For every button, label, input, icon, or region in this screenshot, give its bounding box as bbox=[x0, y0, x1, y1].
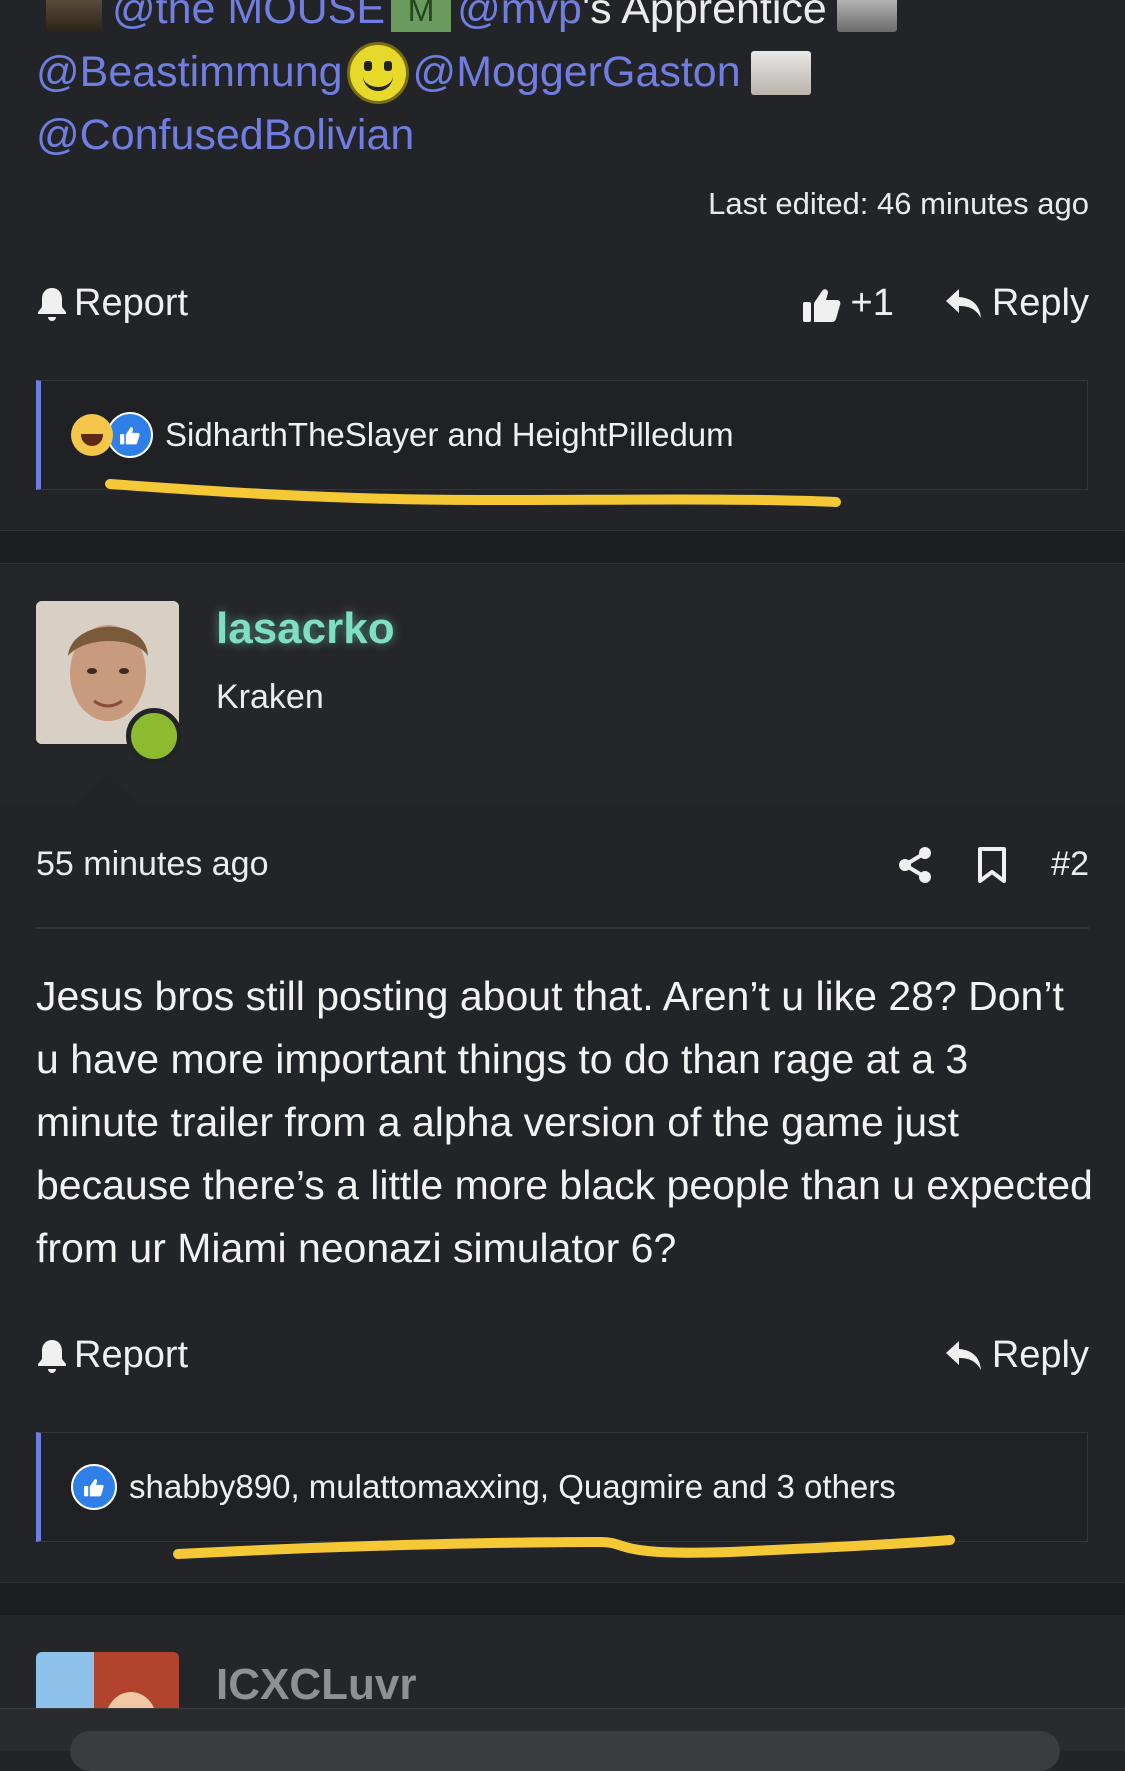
reply-arrow-icon bbox=[944, 1339, 984, 1373]
reply-label: Reply bbox=[991, 1334, 1089, 1376]
m-badge-icon: M bbox=[391, 0, 452, 32]
mentions-line-3: @ConfusedBolivian bbox=[36, 104, 1096, 167]
header-pointer bbox=[75, 775, 139, 805]
apprentice-avatar-icon bbox=[836, 0, 897, 32]
thumbs-up-icon bbox=[801, 283, 843, 325]
post2-actions-bar: Report Reply bbox=[36, 1334, 1089, 1377]
report-label: Report bbox=[74, 1334, 189, 1376]
browser-bottom-bar bbox=[0, 1708, 1125, 1771]
post2-user-title: Kraken bbox=[216, 678, 324, 716]
highlight-underline-1 bbox=[105, 479, 841, 507]
highlight-underline-2 bbox=[173, 1535, 955, 1559]
post2-username[interactable]: lasacrko bbox=[216, 604, 395, 654]
moggergaston-avatar-icon bbox=[750, 50, 811, 95]
mention-beastimmung[interactable]: @Beastimmung bbox=[36, 41, 343, 104]
post2-timestamp[interactable]: 55 minutes ago bbox=[36, 845, 269, 884]
meta-divider bbox=[36, 927, 1089, 929]
post1-actions-bar: Report +1 Reply bbox=[36, 282, 1089, 325]
last-edited-label: Last edited: 46 minutes ago bbox=[708, 186, 1089, 221]
mention-moggergaston[interactable]: @MoggerGaston bbox=[413, 41, 741, 104]
post2-body: Jesus bros still posting about that. Are… bbox=[36, 973, 1093, 1271]
bell-icon bbox=[36, 1338, 68, 1374]
post2-reply-button[interactable]: Reply bbox=[944, 1334, 1089, 1377]
post-separator-2 bbox=[0, 1582, 1125, 1616]
like-count: +1 bbox=[850, 282, 894, 324]
bell-icon bbox=[36, 286, 68, 322]
bookmark-icon[interactable] bbox=[977, 846, 1007, 884]
like-emoji-icon bbox=[71, 1464, 117, 1510]
post-number-link[interactable]: #2 bbox=[1051, 845, 1089, 884]
post2-user-header bbox=[0, 565, 1125, 805]
mention-mvp[interactable]: @mvp bbox=[457, 0, 582, 41]
online-status-icon bbox=[126, 708, 182, 764]
apprentice-text: 's Apprentice bbox=[581, 0, 827, 33]
smiley-icon bbox=[346, 41, 409, 104]
post1-reply-button[interactable]: Reply bbox=[944, 282, 1089, 325]
mouse-avatar-icon bbox=[46, 0, 102, 32]
mention-the-mouse[interactable]: @the MOUSE bbox=[112, 0, 385, 41]
laugh-emoji-icon bbox=[71, 414, 113, 456]
mentions-block: @the MOUSE M @mvp 's Apprentice @Beastim… bbox=[36, 0, 1096, 167]
post2-report-button[interactable]: Report bbox=[36, 1334, 188, 1377]
mentions-line-1: @the MOUSE M @mvp 's Apprentice bbox=[36, 0, 1096, 41]
post1-like-button[interactable]: +1 bbox=[801, 282, 894, 325]
reactions-users: SidharthTheSlayer and HeightPilledum bbox=[165, 416, 734, 453]
like-emoji-icon bbox=[107, 412, 153, 458]
mention-confusedbolivian[interactable]: @ConfusedBolivian bbox=[36, 104, 414, 167]
mentions-line-2: @Beastimmung @MoggerGaston bbox=[36, 41, 1096, 104]
report-label: Report bbox=[74, 282, 189, 324]
post1-report-button[interactable]: Report bbox=[36, 282, 188, 325]
post3-username[interactable]: ICXCLuvr bbox=[216, 1660, 416, 1710]
post2-meta: 55 minutes ago #2 bbox=[36, 845, 1089, 884]
reactions-users: shabby890, mulattomaxxing, Quagmire and … bbox=[129, 1468, 896, 1505]
reply-arrow-icon bbox=[944, 287, 984, 321]
reply-label: Reply bbox=[991, 282, 1089, 324]
share-icon[interactable] bbox=[897, 846, 933, 884]
post-separator-1 bbox=[0, 530, 1125, 564]
address-bar[interactable] bbox=[70, 1731, 1060, 1771]
